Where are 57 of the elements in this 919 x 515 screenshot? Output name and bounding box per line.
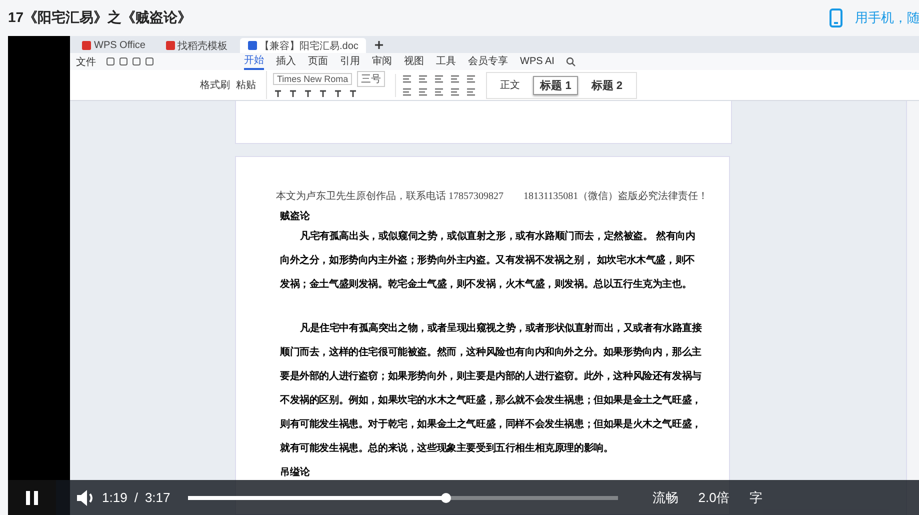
ribbon-tab[interactable]: 插入: [276, 54, 296, 69]
app-tab-label: 【兼容】阳宅汇易.doc: [260, 40, 358, 52]
progress-bar[interactable]: [188, 496, 618, 500]
font-size-dropdown[interactable]: 三号: [357, 71, 386, 87]
app-tab[interactable]: 找稻壳模板: [158, 38, 236, 53]
ribbon-tab[interactable]: 会员专享: [468, 54, 508, 69]
video-title: 17《阳宅汇易》之《贼盗论》: [8, 9, 193, 27]
align-icon[interactable]: [434, 86, 444, 96]
format-icon[interactable]: [318, 89, 328, 99]
align-icon[interactable]: [466, 74, 476, 84]
font-name-dropdown[interactable]: Times New Roma: [273, 73, 352, 85]
duration: 3:17: [144, 490, 170, 505]
page-header: 本文为卢东卫先生原创作品，联系电话 17857309827 18131135081（微信）盗版必究法律责任！: [276, 190, 708, 203]
style-option[interactable]: 标题 2: [584, 76, 630, 94]
style-option[interactable]: 标题 1: [533, 76, 578, 94]
pause-button[interactable]: [8, 480, 56, 515]
ribbon-tab[interactable]: WPS AI: [520, 56, 554, 68]
format-icon[interactable]: [288, 89, 298, 99]
ribbon-tab[interactable]: 视图: [404, 54, 424, 69]
align-icon[interactable]: [450, 86, 460, 96]
style-option[interactable]: 正文: [493, 76, 528, 94]
speed-button[interactable]: 2.0倍: [698, 488, 730, 506]
plus-icon[interactable]: [374, 40, 384, 50]
subtitles-button[interactable]: 字: [749, 488, 762, 506]
align-icon[interactable]: [402, 86, 412, 96]
format-icon[interactable]: [333, 89, 343, 99]
ribbon-tab[interactable]: 引用: [340, 54, 360, 69]
time-separator: /: [134, 490, 138, 505]
section-heading: 吊缢论: [280, 466, 310, 479]
app-tab-label: 找稻壳模板: [178, 40, 228, 52]
app-tab-label: WPS Office: [94, 40, 146, 51]
app-tab[interactable]: 【兼容】阳宅汇易.doc: [240, 38, 366, 53]
pause-icon: [25, 490, 39, 506]
align-icon[interactable]: [418, 86, 428, 96]
format-icon[interactable]: [303, 89, 313, 99]
format-icon[interactable]: [348, 89, 358, 99]
search-icon[interactable]: [566, 56, 576, 66]
ribbon-tab[interactable]: 审阅: [372, 54, 392, 69]
align-icon[interactable]: [466, 86, 476, 96]
ribbon-tab[interactable]: 工具: [436, 54, 456, 69]
file-menu[interactable]: 文件: [76, 54, 96, 68]
current-time: 1:19: [102, 490, 128, 505]
quality-button[interactable]: 流畅: [652, 488, 678, 506]
app-tab[interactable]: WPS Office: [74, 38, 154, 53]
align-icon[interactable]: [418, 74, 428, 84]
progress-handle[interactable]: [441, 492, 452, 502]
paragraph: 凡宅有孤高出头，或似窥伺之势，或似直射之形，或有水路顺门而去，定然被盗。 然有向内向外之分，如形势向内主外盗；形势向外主内盗。又有发祸不发祸之别， 如坎宅水木气盛，则不发祸；金土气盛则发祸。乾宅金土气盛，则不发祸，火木气盛，则发祸。总以五行生克为主也。: [280, 229, 696, 292]
align-icon[interactable]: [434, 74, 444, 84]
align-icon[interactable]: [450, 74, 460, 84]
ribbon-tab[interactable]: 页面: [308, 54, 328, 69]
format-icon[interactable]: [273, 89, 283, 99]
paragraph: 凡是住宅中有孤高突出之物，或者呈现出窥视之势，或者形状似直射而出，又或者有水路直接顺门而去，这样的住宅很可能被盗。然而，这种风险也有向内和向外之分。如果形势向内，那么主要是外部的人进行盗窃；如果形势向外，则主要是内部的人进行盗窃。此外，这种风险还有发祸与不发祸的区别。例如，如果坎宅的水木之气旺盛，那么就不会发生祸患；但如果是金土之气旺盛，则有可能发生祸患。对于乾宅，如果金土之气旺盛，同样不会发生祸患；但如果是火木之气旺盛，就有可能发生祸患。总的来说，这些现象主要受到五行相生相克原理的影响。: [280, 321, 703, 456]
ribbon-button[interactable]: 粘贴: [236, 78, 256, 92]
section-heading: 贼盗论: [280, 210, 310, 223]
ribbon-button[interactable]: 格式刷: [200, 78, 230, 92]
phone-icon: [829, 8, 843, 28]
align-icon[interactable]: [402, 74, 412, 84]
